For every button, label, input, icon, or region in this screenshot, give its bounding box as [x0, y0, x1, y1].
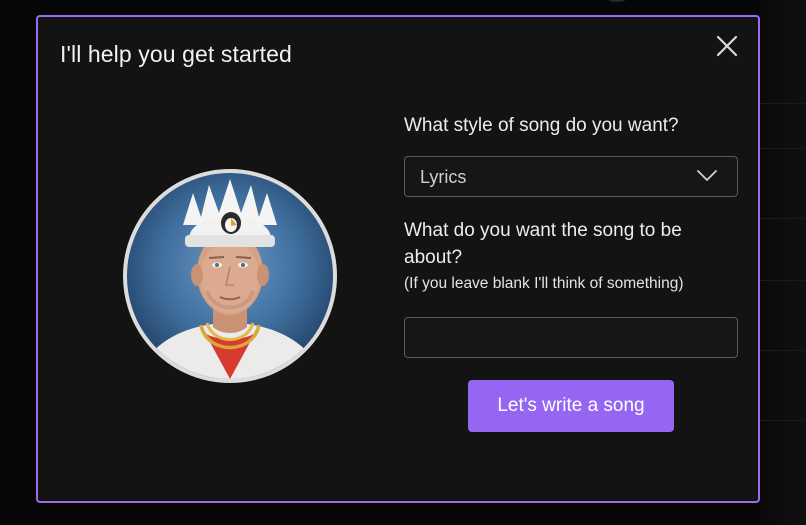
chevron-down-icon — [697, 170, 717, 181]
backdrop-divider — [760, 350, 806, 351]
backdrop-divider — [760, 103, 806, 104]
dialog-title: I'll help you get started — [60, 41, 292, 67]
backdrop-divider — [760, 420, 806, 421]
backdrop-divider — [760, 218, 806, 219]
style-question-label: What style of song do you want? — [404, 115, 679, 136]
topic-hint: (If you leave blank I'll think of someth… — [404, 275, 684, 292]
close-button[interactable] — [714, 33, 740, 59]
topic-input[interactable] — [404, 317, 738, 358]
backdrop-divider — [760, 148, 806, 149]
backdrop-list-edge — [760, 0, 806, 525]
backdrop-divider — [760, 280, 806, 281]
topic-question-label: What do you want the song to be about? — [404, 220, 682, 268]
write-song-button[interactable]: Let's write a song — [468, 380, 674, 432]
avatar — [123, 169, 337, 383]
get-started-dialog: I'll help you get started What style of … — [36, 15, 760, 503]
close-icon — [716, 35, 738, 57]
avatar-illustration — [137, 179, 323, 379]
style-select-value: Lyrics — [420, 167, 467, 187]
backdrop-avatar-fragment — [606, 0, 628, 2]
style-select[interactable]: Lyrics — [404, 156, 738, 197]
